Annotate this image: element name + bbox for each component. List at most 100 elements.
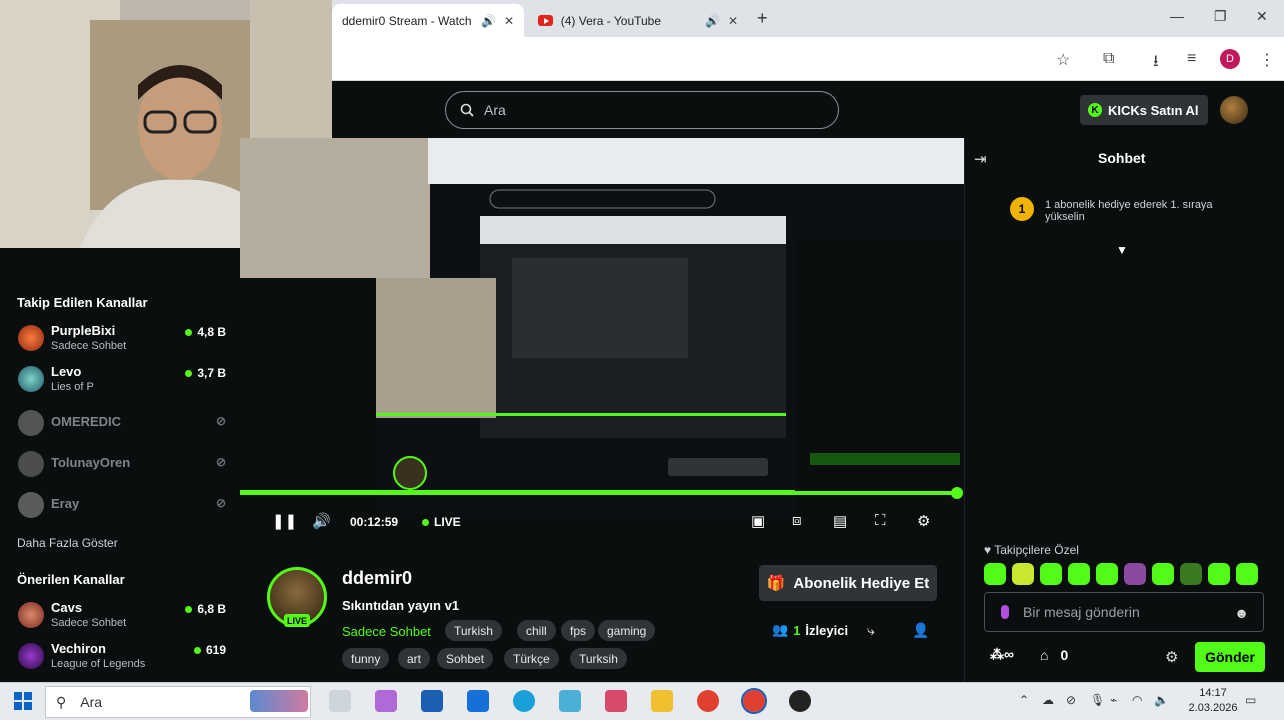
extensions-icon[interactable]: ⧉ <box>1103 50 1114 68</box>
video-player[interactable] <box>240 138 964 544</box>
minimize-icon[interactable]: — <box>1170 8 1184 24</box>
tag[interactable]: Türkçe <box>504 648 559 669</box>
file-explorer-icon[interactable] <box>651 690 673 712</box>
download-icon[interactable]: ⭳ <box>1153 50 1159 77</box>
volume-icon[interactable]: 🔊 <box>312 512 331 530</box>
channel-points-icon[interactable]: ⁂∞ <box>990 646 1014 663</box>
close-window-icon[interactable]: ✕ <box>1256 8 1268 25</box>
chat-message-input[interactable]: Bir mesaj gönderin ☻ <box>984 592 1264 632</box>
notifications-icon[interactable]: ▭ <box>1245 693 1256 707</box>
media-control-icon[interactable]: ≡ <box>1187 50 1196 68</box>
share-icon[interactable]: ⤷ <box>867 622 875 639</box>
maximize-icon[interactable]: ❐ <box>1214 8 1227 25</box>
copilot-icon[interactable] <box>375 690 397 712</box>
app-icon[interactable] <box>789 690 811 712</box>
show-more-link[interactable]: Daha Fazla Göster <box>17 536 118 550</box>
gift-subscription-button[interactable]: 🎁 Abonelik Hediye Et <box>759 565 937 601</box>
avatar <box>18 451 44 477</box>
chat-settings-gear-icon[interactable]: ⚙ <box>1165 648 1178 666</box>
menu-kebab-icon[interactable]: ⋮ <box>1259 50 1275 70</box>
gift-icon: 🎁 <box>766 575 786 592</box>
emote[interactable] <box>1096 563 1118 585</box>
live-dot-icon <box>422 518 429 526</box>
store-app-icon[interactable] <box>421 690 443 712</box>
speaker-icon[interactable]: 🔊 <box>481 14 496 28</box>
sidebar-item-levo[interactable]: Levo Lies of P 3,7 B <box>18 362 230 398</box>
sidebar-item-vechiron[interactable]: Vechiron League of Legends 619 <box>18 639 230 675</box>
emote[interactable] <box>1124 563 1146 585</box>
speaker-icon[interactable]: 🔈 <box>1154 693 1169 707</box>
emote[interactable] <box>1208 563 1230 585</box>
wifi-icon[interactable]: ◠ <box>1132 693 1142 707</box>
send-button[interactable]: Gönder <box>1195 642 1265 672</box>
kicks-label: KICKs Satın Al <box>1108 102 1199 118</box>
task-view-icon[interactable] <box>329 690 351 712</box>
chrome-active-icon[interactable] <box>741 688 767 714</box>
network-icon[interactable]: ⌁ <box>1110 693 1117 707</box>
tag[interactable]: Turksih <box>570 648 627 669</box>
channel-category: Sadece Sohbet <box>51 340 127 352</box>
tag[interactable]: funny <box>342 648 390 669</box>
sidebar-item-eray[interactable]: Eray ⊘ <box>18 488 230 524</box>
speaker-icon[interactable]: 🔊 <box>705 14 720 28</box>
emote[interactable] <box>1040 563 1062 585</box>
video-progress-bar[interactable] <box>240 491 958 495</box>
streamer-name[interactable]: ddemir0 <box>342 568 412 589</box>
stream-category[interactable]: Sadece Sohbet <box>342 624 431 639</box>
miniplayer-icon[interactable]: ▤ <box>833 512 847 530</box>
emote[interactable] <box>1180 563 1202 585</box>
emote[interactable] <box>1152 563 1174 585</box>
sidebar-item-omeredic[interactable]: OMEREDIC ⊘ <box>18 406 230 442</box>
user-avatar[interactable] <box>1220 96 1248 124</box>
close-tab-icon[interactable]: ✕ <box>728 14 738 28</box>
sidebar-item-cavs[interactable]: Cavs Sadece Sohbet 6,8 B <box>18 598 230 634</box>
tab-youtube[interactable]: (4) Vera - YouTube 🔊 ✕ <box>528 4 748 37</box>
tag[interactable]: chill <box>517 620 556 641</box>
follow-user-icon[interactable]: 👤 <box>912 622 929 639</box>
search-input[interactable]: Ara <box>445 91 839 129</box>
progress-knob[interactable] <box>951 487 963 499</box>
mic-tray-icon[interactable]: 🎙 <box>1090 693 1105 707</box>
live-badge: LIVE <box>284 614 310 627</box>
bookmark-star-icon[interactable]: ☆ <box>1056 50 1070 70</box>
taskbar-search-placeholder: Ara <box>80 694 103 710</box>
onedrive-icon[interactable]: ☁ <box>1042 693 1054 707</box>
windows-start-icon[interactable] <box>14 692 32 710</box>
channel-name: OMEREDIC <box>51 414 122 429</box>
profile-avatar[interactable]: D <box>1220 49 1240 69</box>
outlook-icon[interactable] <box>467 690 489 712</box>
tray-icon[interactable]: ⊘ <box>1066 693 1076 707</box>
collapse-chat-icon[interactable]: ⇥ <box>974 150 987 168</box>
emote[interactable] <box>984 563 1006 585</box>
sidebar-item-tolunayoren[interactable]: TolunayOren ⊘ <box>18 447 230 483</box>
tab-kick-stream[interactable]: ddemir0 Stream - Watch Li 🔊 ✕ <box>332 4 524 37</box>
sidebar-item-purplebixi[interactable]: PurpleBixi Sadece Sohbet 4,8 B <box>18 321 230 357</box>
chrome-icon[interactable] <box>697 690 719 712</box>
close-tab-icon[interactable]: ✕ <box>504 14 514 28</box>
fullscreen-icon[interactable]: ⛶ <box>875 512 886 529</box>
tag[interactable]: Turkish <box>445 620 502 641</box>
theater-mode-icon[interactable]: ▣ <box>751 512 765 530</box>
emote[interactable] <box>1012 563 1034 585</box>
app-icon[interactable] <box>605 690 627 712</box>
edge-icon[interactable] <box>513 690 535 712</box>
tag[interactable]: art <box>398 648 431 669</box>
viewer-count-value: 6,8 B <box>197 602 226 616</box>
emoji-icon[interactable]: ☻ <box>1234 605 1249 621</box>
chat-expand-chevron-icon[interactable]: ▼ <box>1116 243 1128 257</box>
emote[interactable] <box>1068 563 1090 585</box>
address-bar[interactable] <box>332 37 1284 81</box>
tag[interactable]: Sohbet <box>437 648 494 669</box>
taskbar-clock[interactable]: 14:17 2.03.2026 <box>1188 686 1238 716</box>
emote[interactable] <box>1236 563 1258 585</box>
tag[interactable]: fps <box>561 620 596 641</box>
new-tab-plus-icon[interactable]: + <box>757 8 768 29</box>
clip-icon[interactable]: ⧈ <box>792 512 802 529</box>
kicks-buy-button[interactable]: K KICKs Satın Al <box>1080 95 1208 125</box>
tag[interactable]: gaming <box>598 620 656 641</box>
tray-chevron-icon[interactable]: ⌃ <box>1019 693 1029 707</box>
store-icon[interactable]: ⌂ <box>1040 647 1048 663</box>
pause-icon[interactable]: ❚❚ <box>272 512 297 530</box>
app-icon[interactable] <box>559 690 581 712</box>
settings-gear-icon[interactable]: ⚙ <box>917 512 930 530</box>
